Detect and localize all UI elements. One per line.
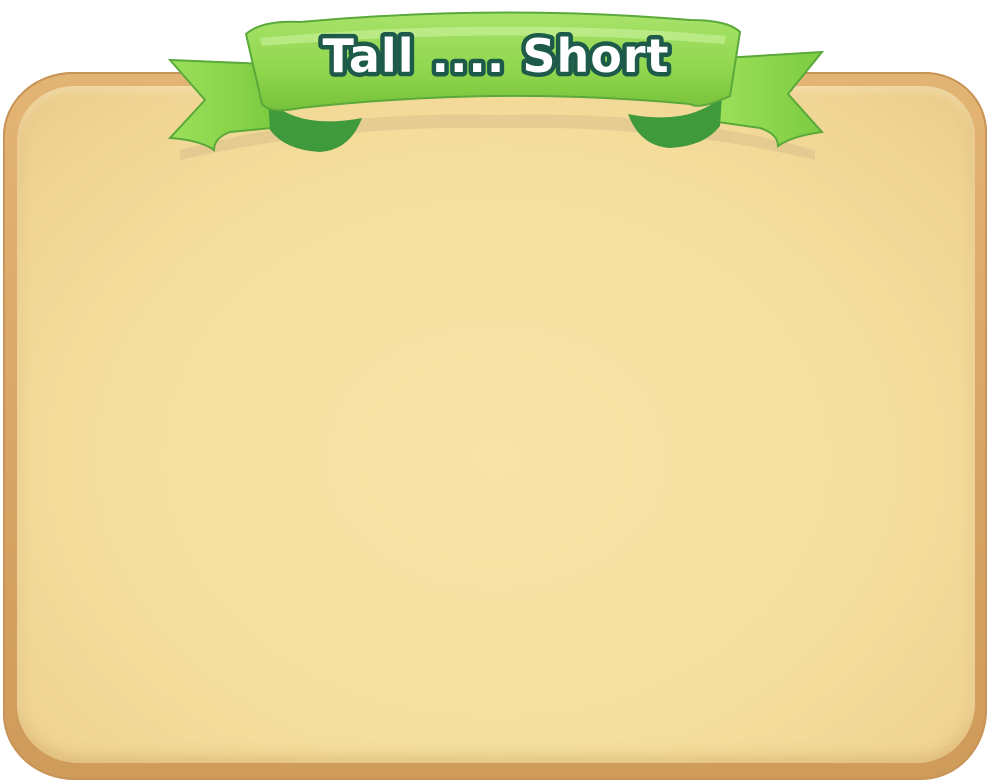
title: Tall .... Short <box>322 29 669 83</box>
game-panel: Tall .... Short <box>0 0 991 784</box>
title-ribbon: Tall .... Short <box>167 11 825 160</box>
